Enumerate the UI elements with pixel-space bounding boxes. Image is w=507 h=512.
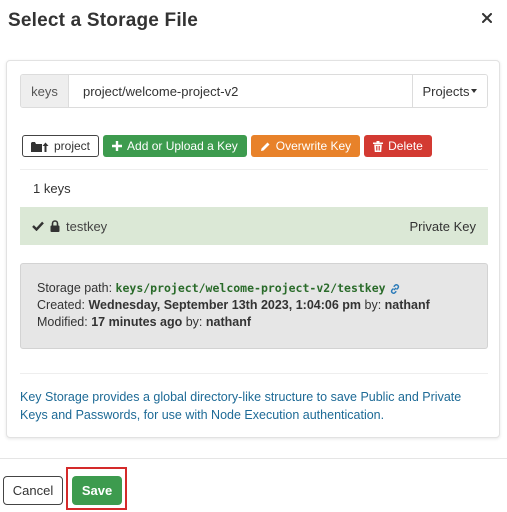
folder-up-icon xyxy=(31,141,49,152)
trash-icon xyxy=(373,140,384,152)
key-name: testkey xyxy=(66,218,108,234)
modified-label: Modified: xyxy=(37,315,88,329)
key-list-item[interactable]: testkey Private Key xyxy=(20,207,488,245)
lock-icon xyxy=(50,220,60,232)
projects-dropdown[interactable]: Projects xyxy=(412,75,487,107)
key-toolbar: project Add or Upload a Key Overwrite Ke… xyxy=(22,135,432,157)
modified-by-value: nathanf xyxy=(205,315,252,329)
storage-path-value: keys/project/welcome-project-v2/testkey xyxy=(115,281,386,295)
close-button[interactable] xyxy=(477,8,497,28)
divider xyxy=(20,169,488,170)
dialog-title: Select a Storage File xyxy=(8,10,199,31)
plus-icon xyxy=(112,141,123,151)
overwrite-key-button[interactable]: Overwrite Key xyxy=(250,135,361,157)
created-label: Created: xyxy=(37,298,85,312)
overwrite-key-label: Overwrite Key xyxy=(275,139,352,153)
up-directory-label: project xyxy=(54,139,91,153)
created-value: Wednesday, September 13th 2023, 1:04:06 … xyxy=(88,298,362,312)
modified-value: 17 minutes ago xyxy=(91,315,183,329)
cancel-button[interactable]: Cancel xyxy=(3,476,63,505)
created-line: Created: Wednesday, September 13th 2023,… xyxy=(37,297,471,314)
created-by-value: nathanf xyxy=(384,298,430,312)
key-storage-help-text: Key Storage provides a global directory-… xyxy=(20,390,462,422)
key-details-box: Storage path: keys/project/welcome-proje… xyxy=(20,263,488,349)
add-upload-key-label: Add or Upload a Key xyxy=(127,139,238,153)
projects-dropdown-label: Projects xyxy=(422,83,470,99)
checkmark-icon xyxy=(32,221,44,231)
chevron-down-icon xyxy=(471,89,478,93)
modified-line: Modified: 17 minutes ago by: nathanf xyxy=(37,314,471,331)
up-directory-button[interactable]: project xyxy=(22,135,100,157)
storage-path-line: Storage path: keys/project/welcome-proje… xyxy=(37,280,471,297)
footer-divider xyxy=(0,458,507,459)
keys-count: 1 keys xyxy=(33,181,71,196)
modified-by-label: by: xyxy=(185,315,203,329)
path-prefix-addon: keys xyxy=(21,75,69,107)
key-type: Private Key xyxy=(409,218,476,234)
path-input-group: keys Projects xyxy=(20,74,488,108)
delete-label: Delete xyxy=(388,139,423,153)
created-by-label: by: xyxy=(364,298,382,312)
close-icon xyxy=(482,13,492,23)
storage-browser-panel: keys Projects project Add or Upload a Ke… xyxy=(6,60,500,438)
pencil-icon xyxy=(260,141,271,152)
save-button[interactable]: Save xyxy=(72,476,122,505)
link-icon[interactable] xyxy=(389,283,401,295)
add-upload-key-button[interactable]: Add or Upload a Key xyxy=(103,135,247,157)
divider xyxy=(20,373,488,374)
delete-button[interactable]: Delete xyxy=(364,135,432,157)
storage-path-label: Storage path: xyxy=(37,281,113,295)
path-input[interactable] xyxy=(69,75,412,107)
